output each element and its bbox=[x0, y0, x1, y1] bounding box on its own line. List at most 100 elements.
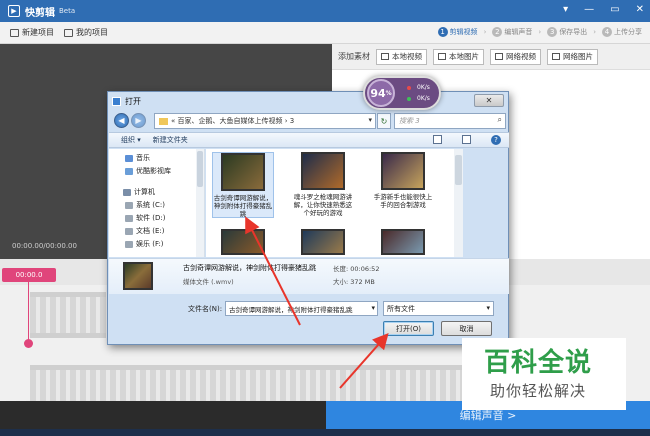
file-list: 古剑奇谭网游解说，神剑附体打得豪猪乱跳 魂斗罗之枪魂网游讲解，让你快速熟悉这个好… bbox=[206, 149, 456, 257]
new-project-label: 新建项目 bbox=[22, 28, 54, 37]
nav-item-library[interactable]: 优酷影视库 bbox=[125, 166, 171, 176]
chevron-down-icon[interactable]: ▾ bbox=[371, 304, 375, 312]
filename-row: 文件名(N): 古剑奇谭网游解说，神剑附体打得豪猪乱跳 ▾ 所有文件 ▾ bbox=[168, 301, 508, 317]
nav-item-computer[interactable]: 计算机 bbox=[123, 187, 155, 197]
address-row: ◀ ▶ « 百家、企鹅、大鱼自媒体上传视频 › 3 ▾ ↻ 搜索 3 ⌕ bbox=[112, 112, 506, 130]
app-title-bar: ▶ 快剪辑 Beta ▾ — ▭ ✕ bbox=[0, 0, 650, 22]
help-icon[interactable]: ? bbox=[491, 135, 501, 145]
dialog-command-bar: 组织 ▾ 新建文件夹 ? bbox=[109, 132, 509, 148]
search-icon: ⌕ bbox=[497, 115, 502, 124]
watermark-logo: 百科全说 助你轻松解决 bbox=[462, 338, 626, 410]
file-item[interactable]: 古剑奇谭网游解说，神剑附体打得豪猪乱跳 bbox=[212, 152, 274, 218]
app-beta-badge: Beta bbox=[59, 7, 76, 15]
file-list-scrollbar[interactable] bbox=[454, 149, 463, 257]
my-projects-button[interactable]: 我的项目 bbox=[64, 27, 108, 38]
view-options-icon[interactable] bbox=[433, 135, 442, 144]
selected-file-duration: 长度: 00:06:52 bbox=[333, 265, 380, 273]
minimize-icon[interactable]: — bbox=[584, 4, 594, 15]
refresh-icon[interactable]: ↻ bbox=[377, 113, 391, 129]
app-logo-icon: ▶ bbox=[8, 5, 20, 17]
file-item[interactable]: 魂斗罗之枪魂网游讲解，让你快速熟悉这个好玩的游戏 bbox=[292, 152, 354, 217]
details-pane: 古剑奇谭网游解说，神剑附体打得豪猪乱跳 媒体文件 (.wmv) 长度: 00:0… bbox=[109, 258, 509, 294]
back-arrow-icon[interactable]: ◀ bbox=[114, 113, 129, 128]
dialog-close-button[interactable]: ✕ bbox=[474, 94, 504, 107]
nav-item-drive-c[interactable]: 系统 (C:) bbox=[125, 200, 165, 210]
playhead-handle[interactable] bbox=[24, 339, 33, 348]
local-video-button[interactable]: 本地视频 bbox=[376, 48, 427, 65]
address-path: « 百家、企鹅、大鱼自媒体上传视频 › 3 bbox=[171, 117, 295, 125]
new-project-button[interactable]: 新建项目 bbox=[10, 27, 54, 38]
my-projects-label: 我的项目 bbox=[76, 28, 108, 37]
video-thumbnail bbox=[301, 229, 345, 255]
music-icon bbox=[125, 154, 133, 162]
file-item[interactable] bbox=[212, 229, 274, 255]
step-edit-video[interactable]: 1 剪辑视频 bbox=[437, 27, 478, 37]
organize-menu[interactable]: 组织 ▾ bbox=[121, 135, 141, 145]
watermark-slogan: 助你轻松解决 bbox=[490, 382, 587, 400]
selected-file-size: 大小: 372 MB bbox=[333, 278, 375, 286]
address-bar[interactable]: « 百家、企鹅、大鱼自媒体上传视频 › 3 ▾ bbox=[154, 113, 376, 129]
computer-icon bbox=[123, 188, 131, 196]
download-speed: 0K/s bbox=[407, 95, 430, 102]
folder-icon bbox=[159, 117, 168, 125]
nav-item-drive-d[interactable]: 软件 (D:) bbox=[125, 213, 165, 223]
workflow-steps: 1 剪辑视频 › 2 编辑声音 › 3 保存导出 › 4 上传分享 bbox=[437, 27, 642, 37]
nav-item-music[interactable]: 音乐 bbox=[125, 153, 150, 163]
filename-label: 文件名(N): bbox=[188, 305, 223, 313]
navigation-pane: 音乐 优酷影视库 计算机 系统 (C:) 软件 (D:) 文档 (E:) 娱乐 … bbox=[109, 149, 205, 257]
maximize-icon[interactable]: ▭ bbox=[610, 4, 619, 15]
step-separator-icon: › bbox=[483, 28, 487, 36]
nav-item-drive-f[interactable]: 娱乐 (F:) bbox=[125, 239, 164, 249]
new-folder-button[interactable]: 新建文件夹 bbox=[153, 135, 188, 145]
file-item[interactable] bbox=[372, 229, 434, 255]
open-button[interactable]: 打开(O) bbox=[383, 321, 434, 336]
project-toolbar: 新建项目 我的项目 1 剪辑视频 › 2 编辑声音 › 3 保存导出 › 4 上传分享 bbox=[0, 22, 650, 44]
step-share[interactable]: 4 上传分享 bbox=[602, 27, 642, 37]
step-export[interactable]: 3 保存导出 bbox=[547, 27, 587, 37]
drive-icon bbox=[125, 214, 133, 222]
file-item[interactable] bbox=[292, 229, 354, 255]
cancel-button[interactable]: 取消 bbox=[441, 321, 492, 336]
folder-icon bbox=[64, 28, 73, 37]
file-name: 魂斗罗之枪魂网游讲解，让你快速熟悉这个好玩的游戏 bbox=[293, 193, 353, 217]
file-name: 古剑奇谭网游解说，神剑附体打得豪猪乱跳 bbox=[213, 194, 273, 218]
network-image-button[interactable]: 网络图片 bbox=[547, 48, 598, 65]
step-edit-audio[interactable]: 2 编辑声音 bbox=[492, 27, 532, 37]
web-video-icon bbox=[495, 53, 503, 60]
playhead-line[interactable] bbox=[28, 282, 29, 342]
network-video-button[interactable]: 网络视频 bbox=[490, 48, 541, 65]
material-toolbar: 添加素材 本地视频 本地图片 网络视频 网络图片 bbox=[332, 44, 650, 70]
filename-input[interactable]: 古剑奇谭网游解说，神剑附体打得豪猪乱跳 ▾ bbox=[225, 301, 378, 316]
step-separator-icon: › bbox=[593, 28, 596, 36]
video-track[interactable] bbox=[30, 292, 106, 338]
file-item[interactable]: 手游新手也能很快上手的回合制游戏 bbox=[372, 152, 434, 209]
video-thumbnail bbox=[221, 153, 265, 191]
close-icon[interactable]: ✕ bbox=[636, 4, 644, 15]
image-icon bbox=[438, 53, 446, 60]
file-type-select[interactable]: 所有文件 ▾ bbox=[383, 301, 494, 316]
speed-percent: 94% bbox=[367, 79, 395, 107]
search-placeholder: 搜索 3 bbox=[399, 117, 420, 125]
nav-scrollbar[interactable] bbox=[196, 149, 204, 257]
nav-item-drive-e[interactable]: 文档 (E:) bbox=[125, 226, 164, 236]
file-name: 手游新手也能很快上手的回合制游戏 bbox=[373, 193, 433, 209]
menu-dropdown-icon[interactable]: ▾ bbox=[563, 4, 568, 15]
preview-timecode: 00:00.00/00:00.00 bbox=[12, 242, 77, 250]
upload-speed: 0K/s bbox=[407, 84, 430, 91]
video-thumbnail bbox=[221, 229, 265, 255]
network-speed-widget[interactable]: 94% 0K/s 0K/s bbox=[363, 76, 441, 110]
os-taskbar bbox=[0, 429, 650, 436]
search-input[interactable]: 搜索 3 ⌕ bbox=[394, 113, 506, 129]
app-small-icon bbox=[112, 96, 121, 106]
local-image-button[interactable]: 本地图片 bbox=[433, 48, 484, 65]
dialog-title: 打开 bbox=[125, 96, 141, 106]
selected-file-thumbnail bbox=[123, 262, 153, 290]
dialog-title-bar: 打开 bbox=[108, 92, 508, 110]
step-separator-icon: › bbox=[538, 28, 542, 36]
preview-pane-icon[interactable] bbox=[462, 135, 471, 144]
drive-icon bbox=[125, 201, 133, 209]
chevron-down-icon[interactable]: ▾ bbox=[368, 116, 372, 124]
chevron-down-icon[interactable]: ▾ bbox=[486, 304, 490, 312]
playhead-time[interactable]: 00:00.0 bbox=[2, 268, 56, 282]
forward-arrow-icon[interactable]: ▶ bbox=[131, 113, 146, 128]
